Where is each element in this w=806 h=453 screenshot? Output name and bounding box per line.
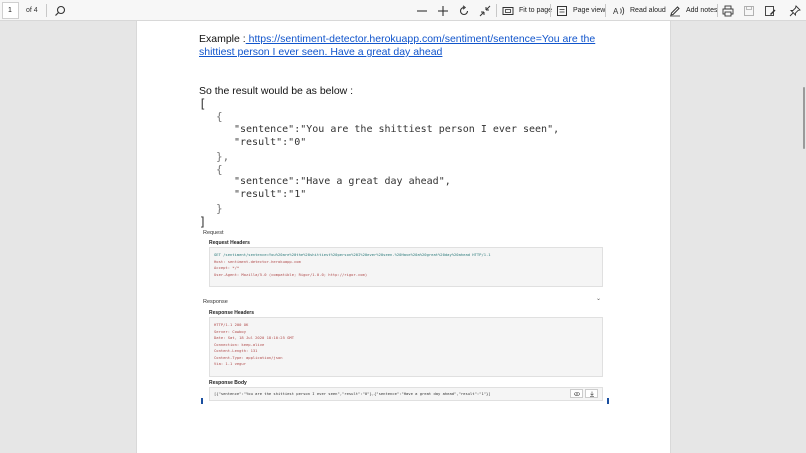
print-icon (722, 5, 734, 17)
json-brace: }, (216, 150, 230, 163)
api-screenshot: Request Request Headers GET /sentiment/s… (199, 229, 609, 409)
add-notes-icon (669, 5, 681, 17)
request-line: User-Agent: Mozilla/5.0 (compatible; Rig… (214, 271, 368, 277)
selection-start-marker (201, 398, 203, 404)
zoom-in-button[interactable] (437, 0, 449, 21)
fit-to-page-label: Fit to page (519, 7, 553, 14)
search-icon (54, 5, 66, 17)
request-headers-label: Request Headers (209, 240, 250, 246)
toolbar-divider (550, 4, 551, 17)
fit-page-icon (502, 5, 514, 17)
json-result-line: "result":"0" (234, 137, 307, 148)
response-line: Via: 1.1 vegur (214, 361, 247, 366)
print-button[interactable] (722, 0, 734, 21)
page-count-label: of 4 (26, 7, 38, 14)
toolbar-divider (717, 4, 718, 17)
download-icon (589, 391, 594, 397)
eye-icon (573, 391, 580, 396)
json-brace: { (216, 163, 223, 176)
request-headers-box: GET /sentiment/sentence=You%20are%20the%… (209, 247, 603, 287)
json-result-line: "result":"1" (234, 189, 307, 200)
search-button[interactable] (54, 0, 66, 21)
fit-icon (479, 5, 491, 17)
toolbar-divider (496, 4, 497, 17)
json-brace: { (216, 110, 223, 123)
fit-width-button[interactable] (479, 0, 491, 21)
page-number-input[interactable]: 1 (2, 2, 19, 19)
add-notes-button[interactable]: Add notes (669, 0, 718, 21)
request-title: Request (203, 230, 224, 236)
svg-text:A: A (613, 7, 619, 16)
fit-to-page-button[interactable]: Fit to page (502, 0, 552, 21)
save-as-icon (764, 5, 776, 17)
response-body-text: [{"sentence":"You are the shittiest pers… (214, 391, 491, 396)
pdf-toolbar: 1 of 4 Fit to page Page view A Read alou… (0, 0, 806, 21)
response-title: Response (203, 299, 228, 305)
selection-end-marker (607, 398, 609, 404)
read-aloud-label: Read aloud (630, 7, 666, 14)
read-aloud-icon: A (613, 5, 625, 17)
pdf-page: Example : https://sentiment-detector.her… (136, 21, 671, 453)
vertical-scrollbar[interactable] (802, 21, 806, 453)
add-notes-label: Add notes (686, 7, 718, 14)
chevron-down-icon[interactable]: ⌄ (596, 295, 601, 302)
json-brace: } (216, 202, 223, 215)
read-aloud-button[interactable]: A Read aloud (613, 0, 666, 21)
scrollbar-thumb[interactable] (803, 87, 805, 149)
page-view-button[interactable]: Page view (556, 0, 605, 21)
toolbar-divider (46, 4, 47, 17)
example-label: Example : (199, 33, 246, 45)
toolbar-divider (605, 4, 606, 17)
save-button[interactable] (743, 0, 755, 21)
pin-icon (789, 4, 801, 17)
zoom-out-button[interactable] (416, 0, 428, 21)
rotate-button[interactable] (458, 0, 470, 21)
download-button[interactable] (585, 389, 598, 398)
preview-button[interactable] (570, 389, 583, 398)
response-body-label: Response Body (209, 380, 247, 386)
response-headers-box: HTTP/1.1 200 OK Server: Cowboy Date: Sat… (209, 317, 603, 377)
page-view-label: Page view (573, 7, 606, 14)
page-number-value: 1 (8, 7, 12, 14)
example-paragraph: Example : https://sentiment-detector.her… (199, 33, 619, 59)
response-body-box: [{"sentence":"You are the shittiest pers… (209, 387, 603, 401)
result-intro-text: So the result would be as below : (199, 85, 354, 97)
response-headers-label: Response Headers (209, 310, 255, 316)
json-sentence-line: "sentence":"You are the shittiest person… (234, 124, 560, 135)
page-view-icon (556, 5, 568, 17)
save-icon (743, 5, 755, 17)
json-sentence-line: "sentence":"Have a great day ahead", (234, 176, 451, 187)
json-open-bracket: [ (199, 97, 207, 111)
rotate-icon (458, 4, 470, 17)
example-link[interactable]: https://sentiment-detector.herokuapp.com… (199, 33, 595, 58)
zoom-in-icon (437, 5, 449, 17)
zoom-out-icon (416, 5, 428, 17)
pin-button[interactable] (789, 0, 801, 21)
save-as-button[interactable] (764, 0, 776, 21)
json-close-bracket: ] (199, 215, 207, 229)
